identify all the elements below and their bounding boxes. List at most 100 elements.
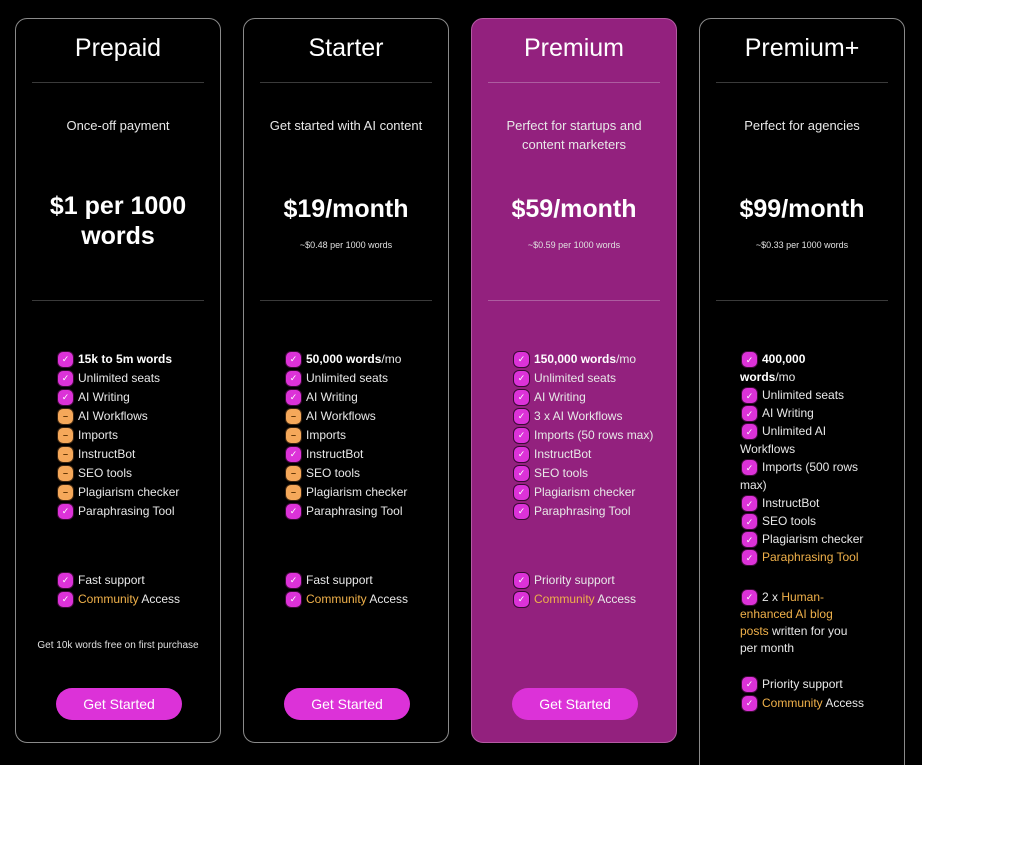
support-list: ✓ Priority support ✓ Community Access: [512, 571, 666, 609]
check-icon: ✓: [742, 388, 757, 403]
feature-list: ✓ 150,000 words/mo ✓ Unlimited seats ✓ AI Wri…: [512, 350, 666, 521]
minus-icon: –: [286, 466, 301, 481]
minus-icon: –: [286, 485, 301, 500]
feature-list: ✓ 50,000 words/mo ✓ Unlimited seats ✓ AI Writ…: [284, 350, 438, 521]
support-community-access: ✓ Community Access: [512, 590, 666, 609]
plan-card-premium-plus: Premium+ Perfect for agencies $99/month …: [699, 18, 905, 765]
minus-icon: –: [286, 428, 301, 443]
check-icon: ✓: [514, 409, 529, 424]
highlight-link[interactable]: Community: [78, 592, 139, 606]
divider: [260, 82, 432, 83]
check-icon: ✓: [58, 371, 73, 386]
feature-ai-writing: ✓ AI Writing: [284, 388, 438, 407]
feature-paraphrasing-tool: ✓ Paraphrasing Tool: [512, 502, 666, 521]
support-list: ✓ Fast support ✓ Community Access: [56, 571, 210, 609]
highlight-link[interactable]: Community: [534, 592, 595, 606]
feature-paraphrasing-tool: ✓ Paraphrasing Tool: [284, 502, 438, 521]
check-icon: ✓: [514, 352, 529, 367]
feature-plagiarism-checker: – Plagiarism checker: [284, 483, 438, 502]
feature-plagiarism-checker: ✓ Plagiarism checker: [512, 483, 666, 502]
check-icon: ✓: [514, 485, 529, 500]
feature-instructbot: – InstructBot: [56, 445, 210, 464]
check-icon: ✓: [742, 496, 757, 511]
feature-paraphrasing-tool: ✓ Paraphrasing Tool: [56, 502, 210, 521]
plan-price: $59/month: [511, 195, 637, 223]
check-icon: ✓: [742, 550, 757, 565]
plan-title: Premium+: [744, 34, 860, 62]
plan-price: $99/month: [739, 195, 865, 223]
check-icon: ✓: [286, 371, 301, 386]
check-icon: ✓: [742, 424, 757, 439]
check-icon: ✓: [742, 532, 757, 547]
check-icon: ✓: [286, 447, 301, 462]
minus-icon: –: [58, 485, 73, 500]
feature-bold: 150,000 words: [534, 352, 617, 366]
check-icon: ✓: [742, 406, 757, 421]
highlight-link[interactable]: Community: [306, 592, 367, 606]
feature-instructbot: ✓ InstructBot: [740, 494, 864, 512]
check-icon: ✓: [286, 592, 301, 607]
check-icon: ✓: [58, 504, 73, 519]
plan-price: $1 per 1000 words: [49, 192, 187, 250]
feature-imports-500-rows-max: ✓ Imports (500 rows max): [740, 460, 859, 492]
blog-posts-feature: ✓ 2 x Human-enhanced AI blog posts writte…: [740, 589, 864, 657]
feature-list: ✓ 15k to 5m words ✓ Unlimited seats ✓ AI Writ…: [56, 350, 210, 521]
check-icon: ✓: [742, 696, 757, 711]
minus-icon: –: [58, 466, 73, 481]
feature-plagiarism-checker: – Plagiarism checker: [56, 483, 210, 502]
highlight-link[interactable]: Community: [762, 696, 823, 710]
plan-subtitle: Perfect for startups and content markete…: [506, 118, 642, 152]
feature-paraphrasing-tool: ✓ Paraphrasing Tool: [740, 548, 864, 566]
promo-note: Get 10k words free on first purchase: [37, 640, 199, 651]
check-icon: ✓: [58, 390, 73, 405]
feature-bold: 15k to 5m words: [78, 352, 173, 366]
check-icon: ✓: [286, 504, 301, 519]
feature-seo-tools: ✓ SEO tools: [740, 512, 864, 530]
check-icon: ✓: [514, 447, 529, 462]
check-icon: ✓: [514, 371, 529, 386]
plan-subtitle: Perfect for agencies: [744, 118, 860, 133]
plan-card-prepaid: Prepaid Once-off payment $1 per 1000 wor…: [15, 18, 221, 743]
feature-plagiarism-checker: ✓ Plagiarism checker: [740, 530, 864, 548]
feature-imports: – Imports: [56, 426, 210, 445]
feature-unlimited-seats: ✓ Unlimited seats: [512, 369, 666, 388]
minus-icon: –: [58, 447, 73, 462]
check-icon: ✓: [514, 504, 529, 519]
feature-ai-workflows: – AI Workflows: [284, 407, 438, 426]
feature-imports-50-rows-max: ✓ Imports (50 rows max): [512, 426, 666, 445]
get-started-button[interactable]: Get Started: [284, 688, 410, 720]
check-icon: ✓: [514, 428, 529, 443]
divider: [488, 300, 660, 301]
support-priority-support: ✓ Priority support: [512, 571, 666, 590]
plan-title: Premium: [523, 34, 624, 62]
check-icon: ✓: [742, 460, 757, 475]
divider: [32, 82, 204, 83]
check-icon: ✓: [514, 390, 529, 405]
feature-seo-tools: – SEO tools: [56, 464, 210, 483]
support-community-access: ✓ Community Access: [284, 590, 438, 609]
support-community-access: ✓ Community Access: [56, 590, 210, 609]
plan-title: Prepaid: [74, 34, 162, 62]
price-per-words: ~$0.48 per 1000 words: [299, 240, 393, 250]
feature-3-x-ai-workflows: ✓ 3 x AI Workflows: [512, 407, 666, 426]
divider: [488, 82, 660, 83]
check-icon: ✓: [742, 677, 757, 692]
support-list: ✓ Fast support ✓ Community Access: [284, 571, 438, 609]
get-started-button[interactable]: Get Started: [512, 688, 638, 720]
plan-price: $19/month: [283, 195, 409, 223]
minus-icon: –: [286, 409, 301, 424]
feature-ai-writing: ✓ AI Writing: [56, 388, 210, 407]
blog-prefix: 2 x: [762, 590, 782, 604]
feature-15k-to-5m-words: ✓ 15k to 5m words: [56, 350, 210, 369]
feature-seo-tools: ✓ SEO tools: [512, 464, 666, 483]
plan-title: Starter: [308, 34, 384, 62]
get-started-button[interactable]: Get Started: [56, 688, 182, 720]
check-icon: ✓: [286, 352, 301, 367]
check-icon: ✓: [514, 573, 529, 588]
feature-50-000-words-mo: ✓ 50,000 words/mo: [284, 350, 438, 369]
highlight-link[interactable]: Paraphrasing Tool: [762, 550, 859, 564]
feature-unlimited-seats: ✓ Unlimited seats: [284, 369, 438, 388]
support-fast-support: ✓ Fast support: [56, 571, 210, 590]
feature-unlimited-ai-workflows: ✓ Unlimited AI Workflows: [740, 424, 827, 456]
check-icon: ✓: [58, 352, 73, 367]
